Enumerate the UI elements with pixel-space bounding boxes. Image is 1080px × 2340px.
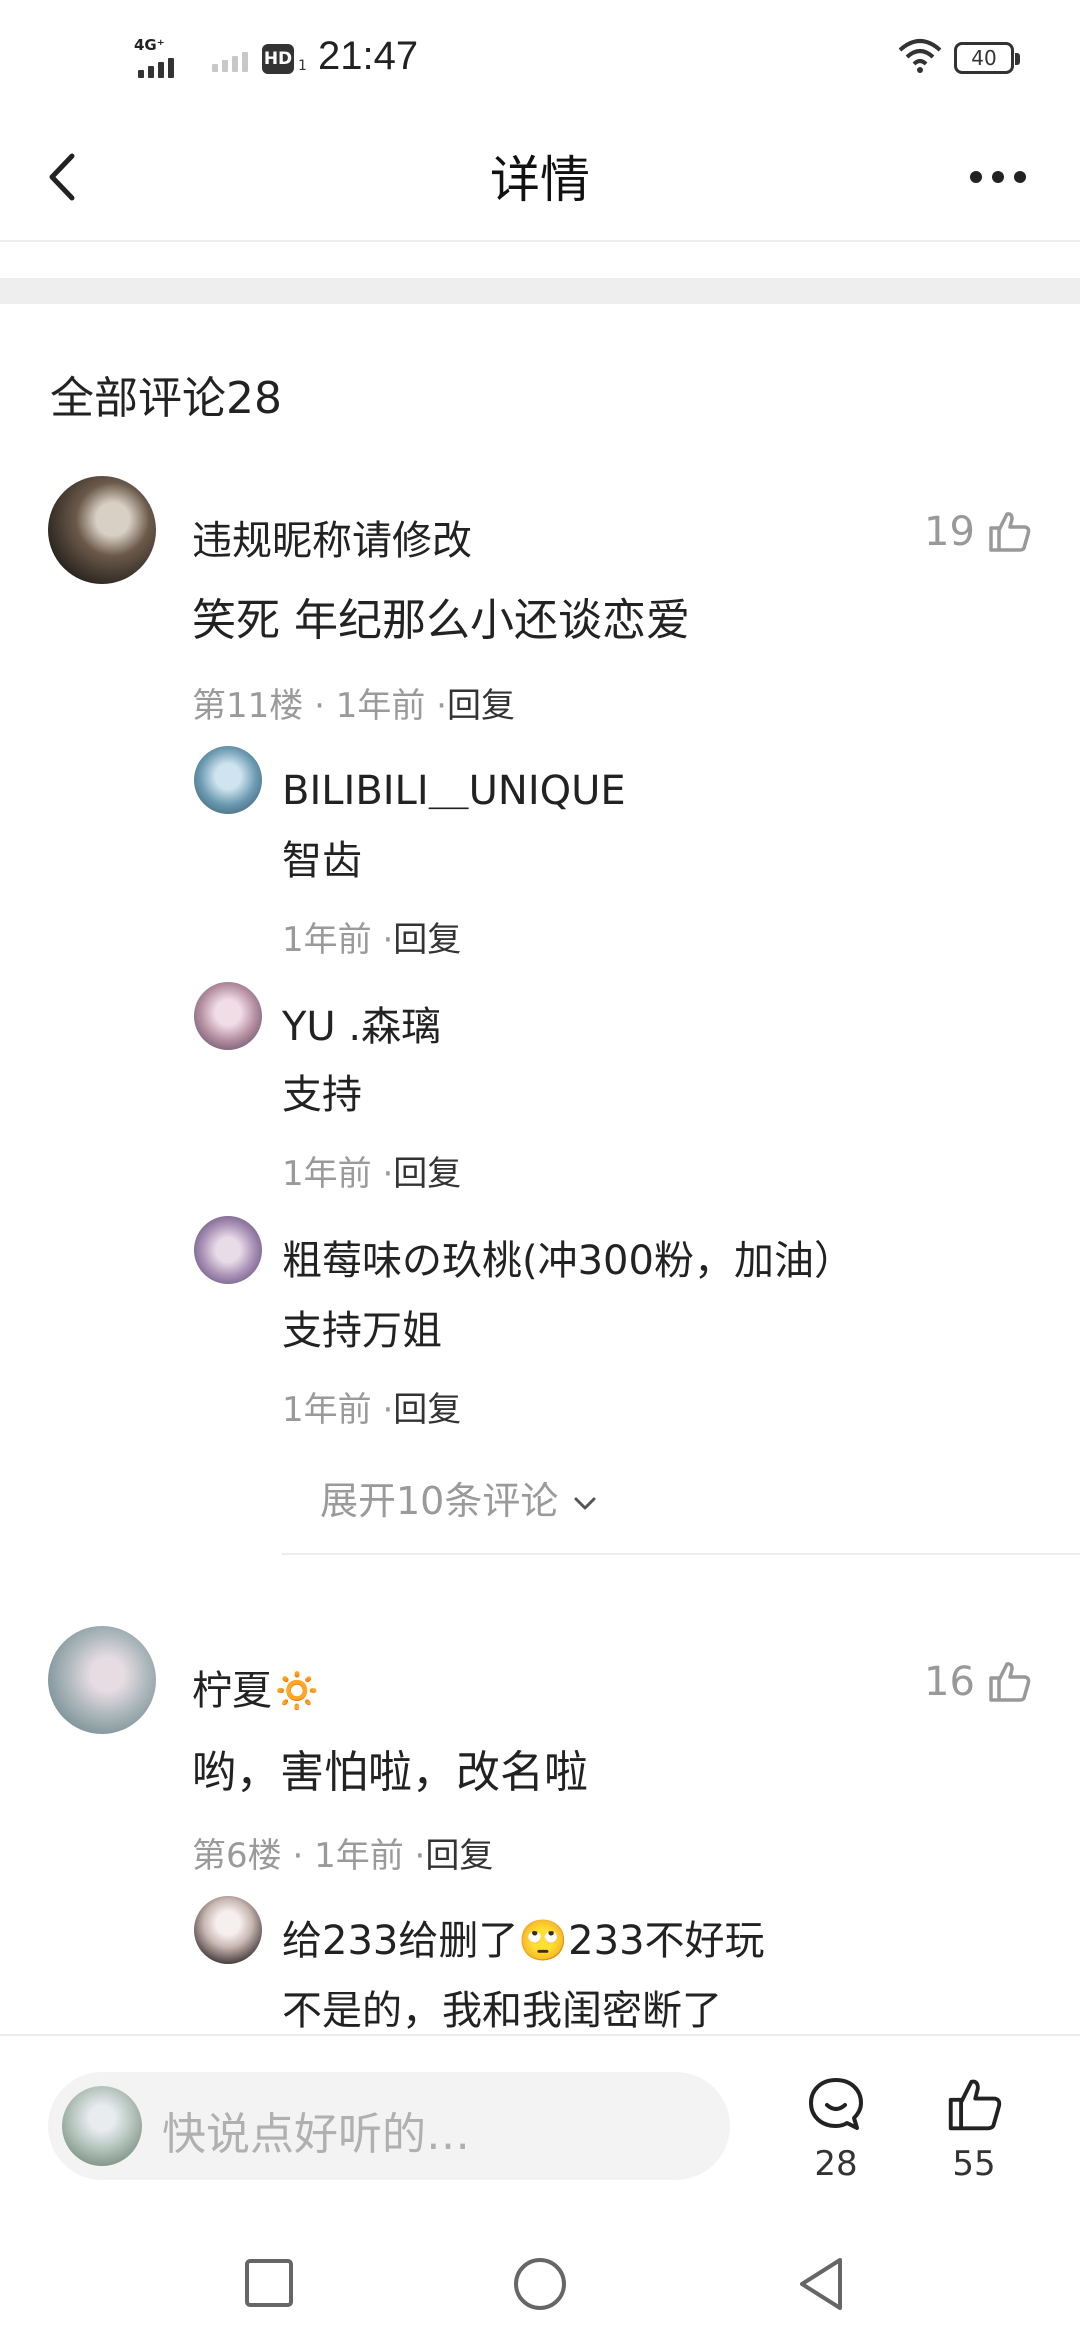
hd-sub: 1 <box>298 58 307 74</box>
square-icon[interactable] <box>244 2258 294 2308</box>
secondary-signal-icon <box>212 52 248 72</box>
comment-meta: 第11楼 · 1年前 ·回复 <box>192 686 515 726</box>
comment-input-bar: 快说点好听的… 28 55 <box>0 2034 1080 2218</box>
comments-count-title: 全部评论28 <box>50 373 282 424</box>
thumbs-up-icon <box>989 512 1031 552</box>
like-button[interactable]: 19 <box>924 508 1033 556</box>
reply-meta: 1年前 ·回复 <box>282 1390 462 1430</box>
system-nav-bar <box>0 2218 1080 2340</box>
avatar <box>62 2086 142 2166</box>
reply-author[interactable]: 粗莓味の玖桃(冲300粉，加油） <box>282 1228 854 1286</box>
reply-button[interactable]: 回复 <box>447 686 515 726</box>
battery-icon: 40 <box>954 42 1020 74</box>
reply-text: 智齿 <box>282 838 362 884</box>
avatar[interactable] <box>48 476 156 584</box>
reply-button[interactable]: 回复 <box>393 920 461 960</box>
reply-text: 不是的，我和我闺密断了 <box>282 1988 722 2034</box>
reply-author[interactable]: BILIBILI＿UNIQUE <box>282 758 626 816</box>
sun-emoji: 🔅 <box>272 1668 322 1714</box>
floor-number: 第11楼 <box>192 686 304 726</box>
reply-author[interactable]: 给233给删了🙄233不好玩 <box>282 1908 765 1966</box>
reply-text: 支持 <box>282 1072 362 1118</box>
cellular-signal-icon: 4G⁺ <box>134 36 190 78</box>
reply-author[interactable]: YU .森璃 <box>282 994 441 1052</box>
comment-count: 28 <box>814 2144 858 2184</box>
chevron-down-icon <box>574 1497 596 1509</box>
top-nav-bar: 详情 <box>0 110 1080 242</box>
comment-time: 1年前 <box>314 1836 404 1876</box>
avatar[interactable] <box>194 982 262 1050</box>
battery-level: 40 <box>971 46 997 70</box>
author-name: 柠夏 <box>192 1668 272 1714</box>
avatar[interactable] <box>48 1626 156 1734</box>
comment-author[interactable]: 违规昵称请修改 <box>192 508 472 566</box>
like-count: 55 <box>952 2144 996 2184</box>
comment-input[interactable]: 快说点好听的… <box>48 2072 730 2180</box>
clock: 21:47 <box>318 34 419 78</box>
reply-meta: 1年前 ·回复 <box>282 920 462 960</box>
floor-number: 第6楼 <box>192 1836 282 1876</box>
reply-button[interactable]: 回复 <box>425 1836 493 1876</box>
comment-time: 1年前 <box>335 686 426 726</box>
comment-divider <box>282 1553 1080 1555</box>
input-placeholder: 快说点好听的… <box>162 2109 470 2160</box>
expand-label: 展开10条评论 <box>320 1479 559 1523</box>
comment-text: 笑死 年纪那么小还谈恋爱 <box>192 595 690 646</box>
network-type: 4G⁺ <box>134 36 165 54</box>
thumbs-up-icon <box>948 2079 1002 2131</box>
hd-badge: HD <box>262 44 294 74</box>
comment-text: 哟，害怕啦，改名啦 <box>192 1747 588 1798</box>
like-post-button[interactable]: 55 <box>924 2074 1024 2184</box>
reply-time: 1年前 <box>282 1390 372 1430</box>
reply-time: 1年前 <box>282 920 372 960</box>
triangle-back-icon[interactable] <box>796 2256 846 2312</box>
avatar[interactable] <box>194 1216 262 1284</box>
reply-button[interactable]: 回复 <box>393 1390 461 1430</box>
comment-author[interactable]: 柠夏🔅 <box>192 1658 322 1716</box>
comment-bubble-icon <box>809 2078 863 2130</box>
reply-text: 支持万姐 <box>282 1308 442 1354</box>
eye-roll-emoji: 🙄 <box>518 1918 569 1964</box>
more-dots-icon[interactable] <box>970 162 1040 192</box>
avatar[interactable] <box>194 1896 262 1964</box>
reply-button[interactable]: 回复 <box>393 1154 461 1194</box>
section-separator <box>0 278 1080 304</box>
like-button[interactable]: 16 <box>924 1658 1033 1706</box>
reply-time: 1年前 <box>282 1154 372 1194</box>
page-title: 详情 <box>490 151 590 209</box>
like-count: 16 <box>924 1659 975 1705</box>
wifi-icon <box>898 39 942 73</box>
status-bar: 4G⁺ HD 1 21:47 40 <box>0 0 1080 110</box>
thumbs-up-icon <box>989 1662 1031 1702</box>
reply-meta: 1年前 ·回复 <box>282 1154 462 1194</box>
circle-icon[interactable] <box>512 2256 568 2312</box>
like-count: 19 <box>924 509 975 555</box>
avatar[interactable] <box>194 746 262 814</box>
expand-replies-button[interactable]: 展开10条评论 <box>320 1470 600 1525</box>
comment-meta: 第6楼 · 1年前 ·回复 <box>192 1836 494 1876</box>
comment-button[interactable]: 28 <box>786 2074 886 2184</box>
